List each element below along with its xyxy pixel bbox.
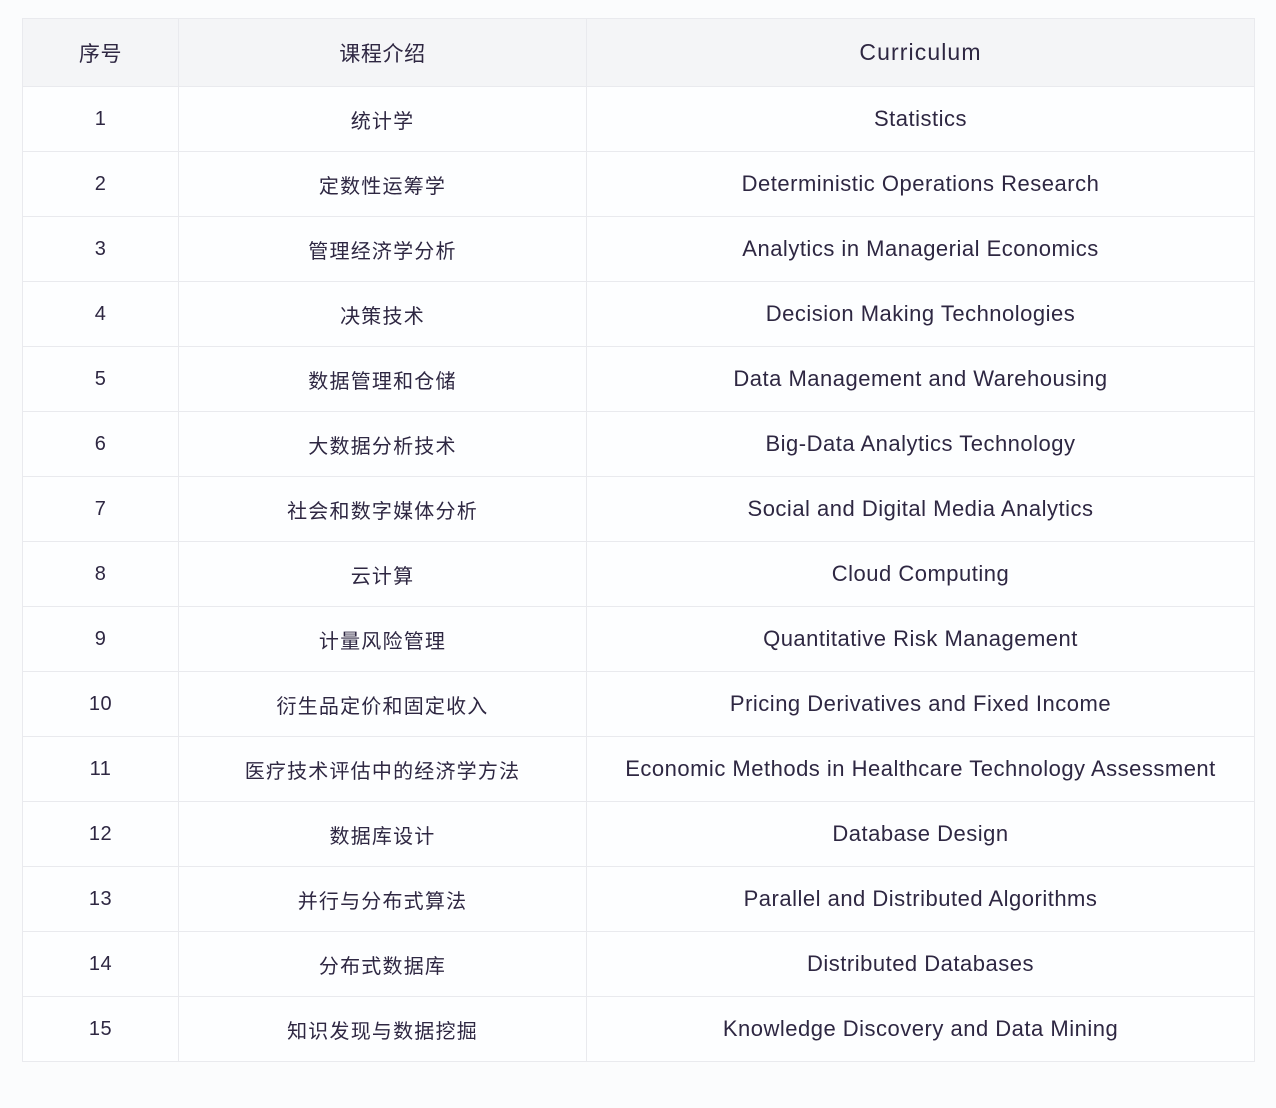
cell-course-english: Economic Methods in Healthcare Technolog… [586, 736, 1255, 802]
column-header-course-chinese: 课程介绍 [178, 18, 587, 87]
cell-course-english: Social and Digital Media Analytics [586, 476, 1255, 542]
table-row: 9 计量风险管理 Quantitative Risk Management [22, 606, 1255, 672]
cell-course-english: Data Management and Warehousing [586, 346, 1255, 412]
column-header-index: 序号 [22, 18, 179, 87]
cell-index: 12 [22, 801, 179, 867]
cell-course-chinese: 衍生品定价和固定收入 [178, 671, 587, 737]
table-row: 5 数据管理和仓储 Data Management and Warehousing [22, 346, 1255, 412]
table-row: 4 决策技术 Decision Making Technologies [22, 281, 1255, 347]
table-header: 序号 课程介绍 Curriculum [22, 18, 1255, 87]
table-row: 11 医疗技术评估中的经济学方法 Economic Methods in Healt… [22, 736, 1255, 802]
cell-index: 3 [22, 216, 179, 282]
cell-index: 5 [22, 346, 179, 412]
cell-course-english: Knowledge Discovery and Data Mining [586, 996, 1255, 1062]
table-row: 15 知识发现与数据挖掘 Knowledge Discovery and Data … [22, 996, 1255, 1062]
table-row: 8 云计算 Cloud Computing [22, 541, 1255, 607]
page-root: 序号 课程介绍 Curriculum 1 统计学 Statistics 2 定数性运筹学… [0, 0, 1276, 1108]
cell-course-chinese: 定数性运筹学 [178, 151, 587, 217]
cell-index: 6 [22, 411, 179, 477]
cell-course-english: Quantitative Risk Management [586, 606, 1255, 672]
column-header-curriculum-english: Curriculum [586, 18, 1255, 87]
cell-course-english: Distributed Databases [586, 931, 1255, 997]
cell-index: 14 [22, 931, 179, 997]
table-row: 3 管理经济学分析 Analytics in Managerial Economic… [22, 216, 1255, 282]
curriculum-table: 序号 课程介绍 Curriculum 1 统计学 Statistics 2 定数性运筹学… [22, 18, 1255, 1062]
cell-course-chinese: 社会和数字媒体分析 [178, 476, 587, 542]
cell-course-english: Pricing Derivatives and Fixed Income [586, 671, 1255, 737]
cell-index: 7 [22, 476, 179, 542]
cell-course-english: Deterministic Operations Research [586, 151, 1255, 217]
table-row: 1 统计学 Statistics [22, 86, 1255, 152]
table-header-row: 序号 课程介绍 Curriculum [22, 18, 1255, 87]
table-body: 1 统计学 Statistics 2 定数性运筹学 Deterministic Opera… [22, 86, 1255, 1062]
cell-index: 9 [22, 606, 179, 672]
cell-index: 1 [22, 86, 179, 152]
cell-course-chinese: 数据管理和仓储 [178, 346, 587, 412]
cell-index: 11 [22, 736, 179, 802]
cell-course-english: Big-Data Analytics Technology [586, 411, 1255, 477]
cell-course-chinese: 分布式数据库 [178, 931, 587, 997]
cell-index: 15 [22, 996, 179, 1062]
table-row: 10 衍生品定价和固定收入 Pricing Derivatives and Fixe… [22, 671, 1255, 737]
cell-index: 10 [22, 671, 179, 737]
cell-course-chinese: 云计算 [178, 541, 587, 607]
cell-course-chinese: 统计学 [178, 86, 587, 152]
cell-index: 2 [22, 151, 179, 217]
cell-index: 8 [22, 541, 179, 607]
cell-course-english: Analytics in Managerial Economics [586, 216, 1255, 282]
table-row: 12 数据库设计 Database Design [22, 801, 1255, 867]
cell-course-english: Cloud Computing [586, 541, 1255, 607]
table-row: 13 并行与分布式算法 Parallel and Distributed Algor… [22, 866, 1255, 932]
cell-course-chinese: 并行与分布式算法 [178, 866, 587, 932]
cell-index: 13 [22, 866, 179, 932]
cell-course-chinese: 大数据分析技术 [178, 411, 587, 477]
cell-course-chinese: 决策技术 [178, 281, 587, 347]
table-row: 6 大数据分析技术 Big-Data Analytics Technology [22, 411, 1255, 477]
curriculum-table-container: 序号 课程介绍 Curriculum 1 统计学 Statistics 2 定数性运筹学… [22, 18, 1255, 1062]
cell-index: 4 [22, 281, 179, 347]
cell-course-chinese: 数据库设计 [178, 801, 587, 867]
table-row: 14 分布式数据库 Distributed Databases [22, 931, 1255, 997]
cell-course-chinese: 知识发现与数据挖掘 [178, 996, 587, 1062]
cell-course-english: Parallel and Distributed Algorithms [586, 866, 1255, 932]
table-row: 2 定数性运筹学 Deterministic Operations Research [22, 151, 1255, 217]
cell-course-english: Database Design [586, 801, 1255, 867]
cell-course-chinese: 医疗技术评估中的经济学方法 [178, 736, 587, 802]
table-row: 7 社会和数字媒体分析 Social and Digital Media Analy… [22, 476, 1255, 542]
cell-course-english: Statistics [586, 86, 1255, 152]
cell-course-english: Decision Making Technologies [586, 281, 1255, 347]
cell-course-chinese: 管理经济学分析 [178, 216, 587, 282]
cell-course-chinese: 计量风险管理 [178, 606, 587, 672]
